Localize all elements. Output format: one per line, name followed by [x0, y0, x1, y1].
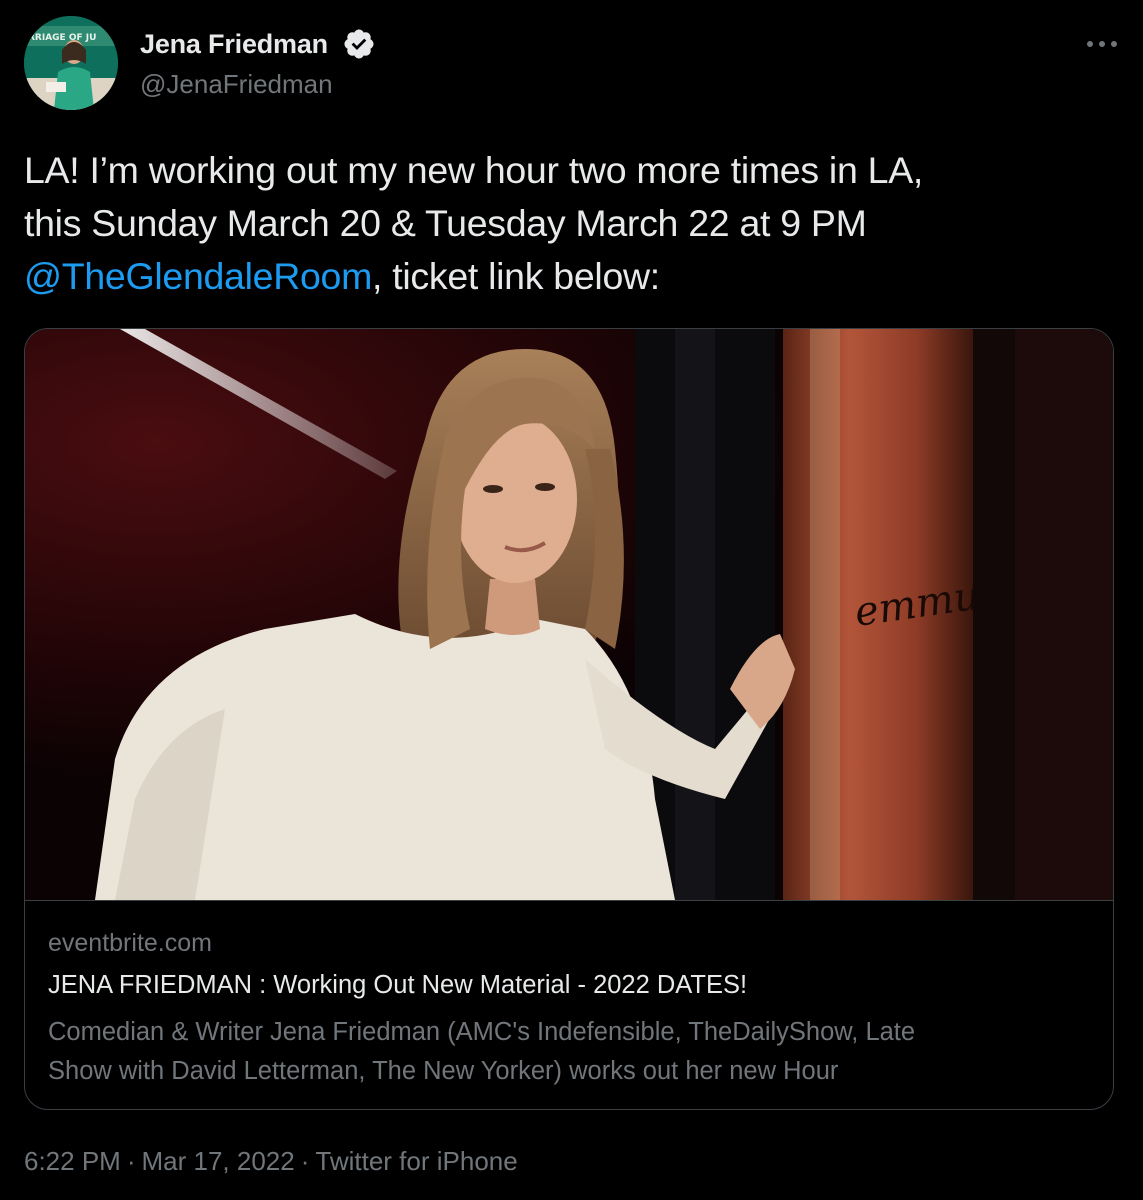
tweet-meta: 6:22 PM · Mar 17, 2022 · Twitter for iPhone: [24, 1146, 518, 1177]
more-horizontal-icon: [1087, 41, 1117, 47]
handle[interactable]: @JenaFriedman: [140, 69, 333, 100]
card-description-line: Show with David Letterman, The New Yorke…: [48, 1057, 839, 1085]
meta-separator: ·: [126, 1146, 136, 1176]
card-description-line: Comedian & Writer Jena Friedman (AMC's I…: [48, 1018, 916, 1046]
link-preview-card[interactable]: emmutac eventbrite.com JENA FRIEDMAN: W…: [24, 328, 1114, 1110]
avatar-banner-text: RRIAGE OF JU: [28, 33, 96, 43]
tweet-date-link[interactable]: Mar 17, 2022: [142, 1146, 295, 1176]
tweet-text: LA! I’m working out my new hour two more…: [24, 144, 1124, 303]
avatar-image: RRIAGE OF JU: [24, 16, 118, 110]
display-name[interactable]: Jena Friedman: [140, 29, 328, 60]
tweet-text-line: LA! I’m working out my new hour two more…: [24, 149, 924, 191]
verified-badge-icon: [344, 29, 374, 59]
tweet-text-fragment: , ticket link below:: [372, 255, 660, 297]
card-title: JENA FRIEDMAN : Working Out New Material…: [48, 971, 748, 999]
avatar[interactable]: RRIAGE OF JU: [24, 16, 118, 110]
more-options-button[interactable]: [1080, 24, 1124, 64]
tweet: RRIAGE OF JU Jena Friedman @JenaFriedman…: [0, 0, 1143, 1200]
meta-separator: ·: [300, 1146, 310, 1176]
card-domain: eventbrite.com: [48, 929, 212, 957]
card-photo: emmutac: [25, 329, 1113, 900]
tweet-text-line: this Sunday March 20 & Tuesday March 22 …: [24, 202, 867, 244]
tweet-time-link[interactable]: 6:22 PM: [24, 1146, 121, 1176]
tweet-text-line: @TheGlendaleRoom, ticket link below:: [24, 250, 1124, 303]
card-description: Comedian & Writer Jena Friedman (AMC's I…: [48, 1013, 1088, 1091]
mention-link[interactable]: @TheGlendaleRoom: [24, 255, 372, 297]
tweet-source-link[interactable]: Twitter for iPhone: [315, 1146, 517, 1176]
card-image[interactable]: emmutac: [25, 329, 1113, 901]
